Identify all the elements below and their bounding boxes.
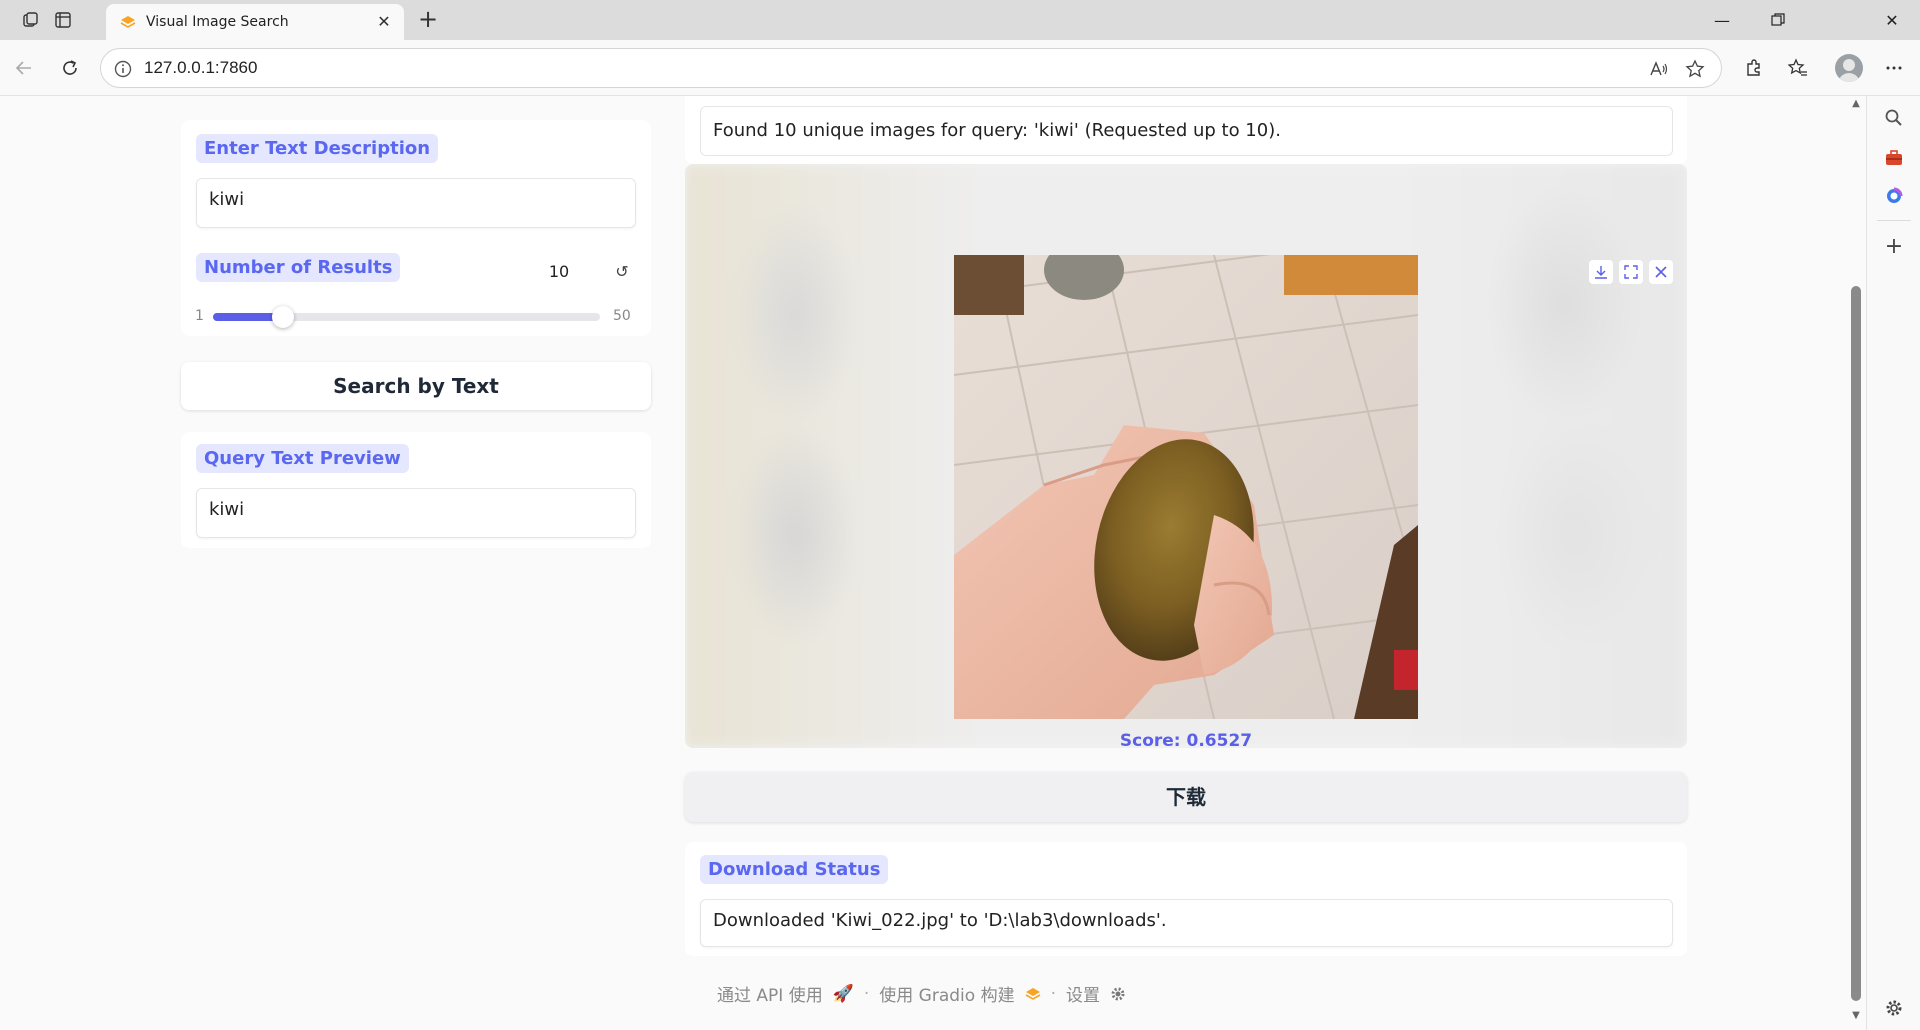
favorite-star-icon[interactable]	[1683, 57, 1707, 81]
window-close-icon[interactable]: ✕	[1864, 0, 1920, 40]
toolbox-icon[interactable]	[1880, 144, 1908, 172]
page-footer: 通过 API 使用 🚀 · 使用 Gradio 构建 · 设置	[717, 981, 1126, 1006]
back-icon[interactable]	[8, 52, 40, 84]
read-aloud-icon[interactable]	[1647, 57, 1671, 81]
fullscreen-icon[interactable]	[1619, 260, 1643, 284]
text-description-input[interactable]: kiwi	[196, 178, 636, 228]
search-by-text-button[interactable]: Search by Text	[181, 362, 651, 410]
page-scrollbar[interactable]: ▲ ▼	[1846, 96, 1866, 1030]
footer-separator: ·	[863, 983, 870, 1004]
settings-link[interactable]: 设置	[1066, 981, 1100, 1006]
settings-gear-icon[interactable]	[1880, 994, 1908, 1022]
close-gallery-icon[interactable]	[1649, 260, 1673, 284]
slider-handle[interactable]	[272, 306, 294, 328]
add-sidebar-icon[interactable]: +	[1880, 232, 1908, 260]
image-gallery: Score: 0.6527	[685, 164, 1687, 748]
sidebar-divider	[1877, 220, 1911, 221]
minimize-icon[interactable]: —	[1694, 0, 1750, 40]
favorites-icon[interactable]	[1782, 52, 1814, 84]
gear-icon	[1111, 987, 1125, 1000]
score-label: Score: 0.6527	[1119, 731, 1253, 748]
gradio-favicon-icon	[120, 16, 136, 28]
browser-tab[interactable]: Visual Image Search ✕	[106, 4, 404, 40]
kiwi-main-image[interactable]	[954, 255, 1418, 719]
footer-separator: ·	[1050, 983, 1056, 1004]
rocket-icon: 🚀	[832, 983, 854, 1004]
new-tab-icon[interactable]: +	[414, 6, 442, 34]
query-preview-text: kiwi	[196, 488, 636, 538]
number-of-results-label: Number of Results	[196, 253, 401, 282]
results-slider[interactable]	[213, 306, 600, 328]
download-status-label: Download Status	[700, 855, 889, 884]
browser-sidebar: +	[1866, 96, 1920, 1030]
restore-icon[interactable]	[1750, 0, 1806, 40]
site-info-icon[interactable]	[113, 59, 133, 79]
tab-title: Visual Image Search	[146, 14, 289, 30]
slider-max-label: 50	[613, 308, 631, 324]
text-description-label: Enter Text Description	[196, 134, 439, 163]
copilot-icon[interactable]	[1880, 182, 1908, 210]
reload-icon[interactable]	[54, 52, 86, 84]
address-bar[interactable]: 127.0.0.1:7860	[100, 48, 1722, 88]
scroll-down-icon[interactable]: ▼	[1850, 1010, 1862, 1022]
url-text: 127.0.0.1:7860	[144, 58, 258, 77]
query-preview-label: Query Text Preview	[196, 444, 409, 473]
search-status-text: Found 10 unique images for query: 'kiwi'…	[700, 106, 1673, 156]
reset-icon[interactable]: ↺	[612, 262, 632, 282]
page-viewport: Enter Text Description kiwi Number of Re…	[0, 96, 1866, 1030]
use-via-api-link[interactable]: 通过 API 使用	[717, 981, 823, 1006]
profile-avatar[interactable]	[1835, 54, 1863, 82]
browser-titlebar: Visual Image Search ✕ + — ✕	[0, 0, 1920, 40]
gradio-logo-icon	[1025, 987, 1040, 1000]
workspaces-icon[interactable]	[16, 6, 46, 34]
address-bar-row: 127.0.0.1:7860	[0, 40, 1920, 96]
slider-min-label: 1	[195, 308, 204, 324]
built-with-gradio-link[interactable]: 使用 Gradio 构建	[879, 981, 1014, 1006]
number-of-results-input[interactable]: 10	[520, 256, 598, 288]
download-icon[interactable]	[1589, 260, 1613, 284]
scroll-thumb[interactable]	[1851, 286, 1861, 1001]
download-button[interactable]: 下载	[685, 772, 1687, 822]
extensions-icon[interactable]	[1738, 52, 1770, 84]
scroll-up-icon[interactable]: ▲	[1850, 98, 1862, 110]
more-menu-icon[interactable]	[1878, 52, 1910, 84]
search-icon[interactable]	[1880, 104, 1908, 132]
gallery-toolbar	[1589, 260, 1673, 284]
vertical-tabs-icon[interactable]	[48, 6, 78, 34]
download-status-text: Downloaded 'Kiwi_022.jpg' to 'D:\lab3\do…	[700, 899, 1673, 947]
tab-close-icon[interactable]: ✕	[374, 12, 394, 32]
